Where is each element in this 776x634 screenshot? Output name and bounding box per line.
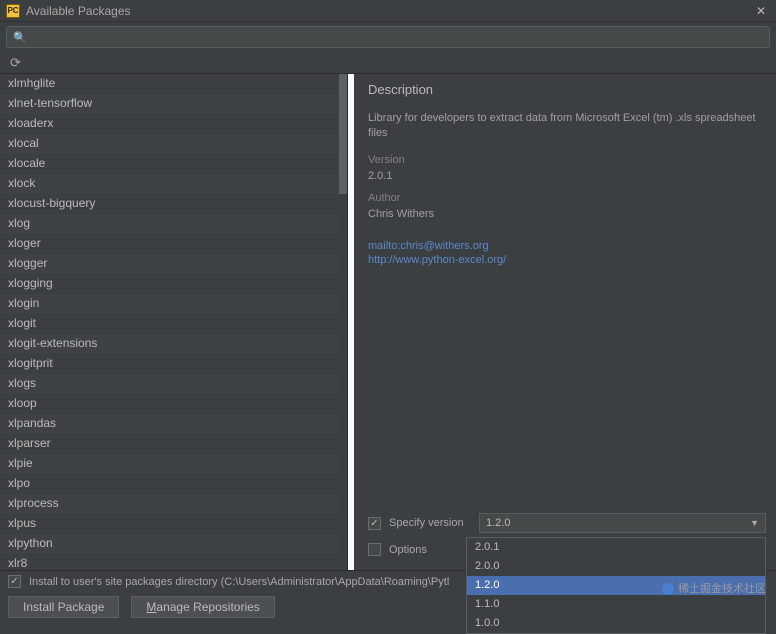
version-option[interactable]: 2.0.0 <box>467 557 765 576</box>
version-combobox[interactable]: 1.2.0 ▼ <box>479 513 766 533</box>
search-input-container[interactable]: 🔍 <box>6 26 770 48</box>
detail-panel: Description Library for developers to ex… <box>348 74 776 570</box>
package-item[interactable]: xlocale <box>0 154 347 174</box>
package-item[interactable]: xlr8 <box>0 554 347 570</box>
package-item[interactable]: xlogger <box>0 254 347 274</box>
package-item[interactable]: xlocal <box>0 134 347 154</box>
package-item[interactable]: xlog <box>0 214 347 234</box>
specify-version-row: Specify version 1.2.0 ▼ <box>368 513 766 533</box>
author-label: Author <box>368 192 762 204</box>
link-website[interactable]: http://www.python-excel.org/ <box>368 254 762 266</box>
specify-version-label: Specify version <box>389 517 479 529</box>
package-item[interactable]: xlogs <box>0 374 347 394</box>
install-user-site-label: Install to user's site packages director… <box>29 576 449 588</box>
package-item[interactable]: xlogit <box>0 314 347 334</box>
package-item[interactable]: xlpython <box>0 534 347 554</box>
package-item[interactable]: xlpo <box>0 474 347 494</box>
chevron-down-icon: ▼ <box>750 518 759 528</box>
version-option[interactable]: 1.1.0 <box>467 595 765 614</box>
version-label: Version <box>368 154 762 166</box>
package-item[interactable]: xlpie <box>0 454 347 474</box>
version-option[interactable]: 2.0.1 <box>467 538 765 557</box>
package-item[interactable]: xlocust-bigquery <box>0 194 347 214</box>
install-package-button[interactable]: Install Package <box>8 596 119 618</box>
package-item[interactable]: xlmhglite <box>0 74 347 94</box>
app-icon: PC <box>6 4 20 18</box>
toolbar: ⟳ <box>0 52 776 74</box>
watermark: 稀土掘金技术社区 <box>662 580 766 596</box>
package-item[interactable]: xlogitprit <box>0 354 347 374</box>
search-icon: 🔍 <box>13 31 27 44</box>
manage-repositories-button[interactable]: Manage Repositories <box>131 596 274 618</box>
package-item[interactable]: xlpus <box>0 514 347 534</box>
scrollbar-thumb[interactable] <box>339 74 347 194</box>
package-list[interactable]: xlmhglitexlnet-tensorflowxloaderxxlocalx… <box>0 74 348 570</box>
specify-version-checkbox[interactable] <box>368 517 381 530</box>
package-item[interactable]: xlpandas <box>0 414 347 434</box>
titlebar: PC Available Packages ✕ <box>0 0 776 22</box>
package-item[interactable]: xlnet-tensorflow <box>0 94 347 114</box>
refresh-icon[interactable]: ⟳ <box>10 55 21 71</box>
options-checkbox[interactable] <box>368 543 381 556</box>
watermark-logo-icon <box>662 583 674 595</box>
search-input[interactable] <box>31 30 763 44</box>
package-item[interactable]: xloop <box>0 394 347 414</box>
package-item[interactable]: xlock <box>0 174 347 194</box>
detail-description: Library for developers to extract data f… <box>368 111 762 142</box>
package-item[interactable]: xlogin <box>0 294 347 314</box>
package-item[interactable]: xlogit-extensions <box>0 334 347 354</box>
install-user-site-checkbox[interactable] <box>8 575 21 588</box>
scrollbar-track[interactable] <box>339 74 347 570</box>
version-combobox-value: 1.2.0 <box>486 517 510 529</box>
package-item[interactable]: xloger <box>0 234 347 254</box>
detail-heading: Description <box>368 82 762 97</box>
package-item[interactable]: xlparser <box>0 434 347 454</box>
window-title: Available Packages <box>26 4 752 18</box>
package-item[interactable]: xloaderx <box>0 114 347 134</box>
author-value: Chris Withers <box>368 208 762 220</box>
link-mailto[interactable]: mailto:chris@withers.org <box>368 240 762 252</box>
package-item[interactable]: xlogging <box>0 274 347 294</box>
version-value: 2.0.1 <box>368 170 762 182</box>
close-icon[interactable]: ✕ <box>752 2 770 20</box>
package-item[interactable]: xlprocess <box>0 494 347 514</box>
